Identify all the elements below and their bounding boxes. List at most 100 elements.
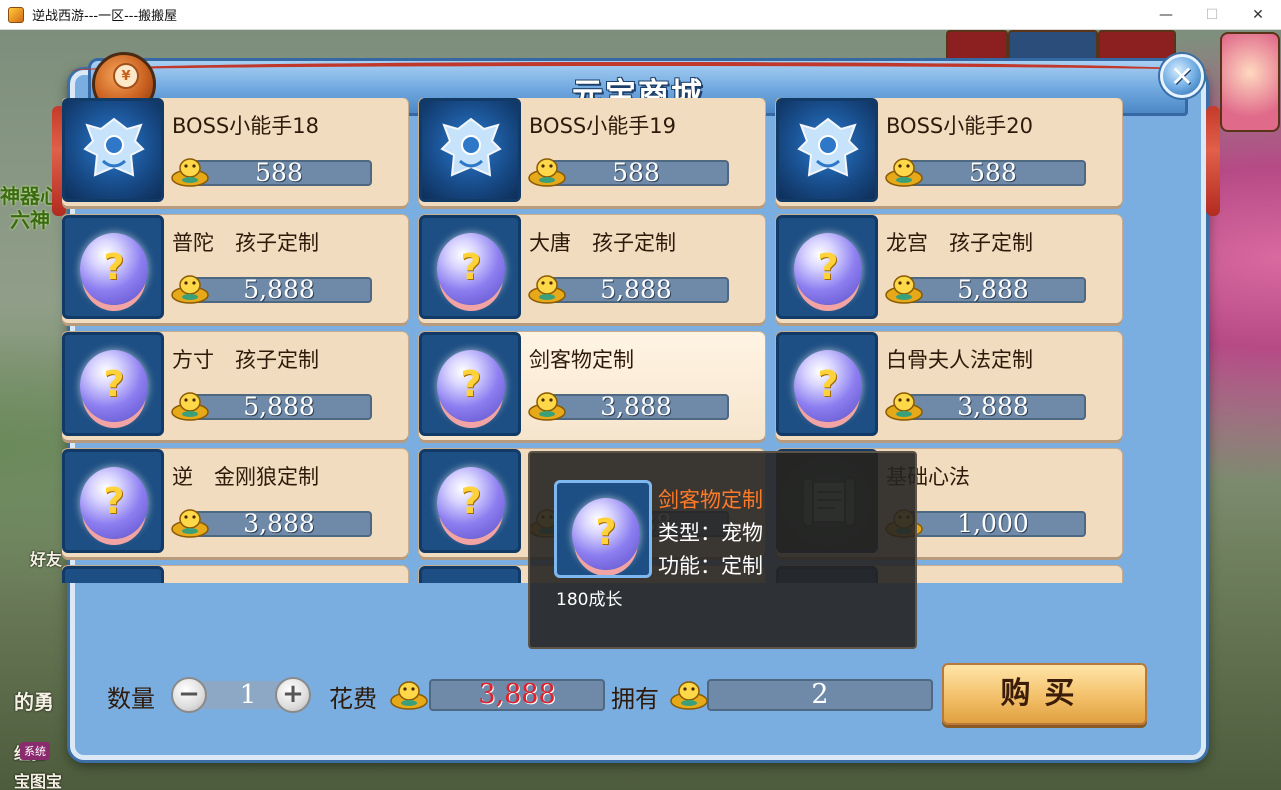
item-name: 龙宫 孩子定制 [886, 231, 1033, 255]
item-name: 剑客物定制 [529, 348, 634, 372]
mystery-egg-icon: ? [554, 480, 652, 578]
gold-ingot-icon [171, 392, 209, 421]
gold-ingot-icon [171, 158, 209, 187]
shop-item-card[interactable]: ? 白骨夫人法定制 3,888 [776, 332, 1122, 440]
purchase-bar: 数量 1 − + 花费 3,888 拥有 2 购买 [95, 663, 1155, 727]
item-price: 588 [612, 158, 660, 187]
app-icon [8, 6, 24, 23]
item-icon [419, 566, 521, 583]
item-price: 1,000 [957, 509, 1029, 538]
bg-text: 宝图宝 [14, 772, 63, 790]
item-name: BOSS小能手19 [529, 114, 676, 138]
price-bar: 3,888 [900, 394, 1086, 420]
cost-bar: 3,888 [429, 679, 605, 711]
tooltip-item-name: 剑客物定制 [658, 488, 763, 512]
gold-ingot-icon [528, 392, 566, 421]
tooltip-function: 功能：定制 [658, 554, 763, 578]
boss-emblem-icon [419, 98, 521, 202]
price-bar: 5,888 [186, 277, 372, 303]
item-price: 3,888 [600, 392, 672, 421]
cost-value: 3,888 [478, 679, 556, 710]
item-price: 3,888 [243, 509, 315, 538]
price-bar: 1,000 [900, 511, 1086, 537]
price-bar: 5,888 [186, 394, 372, 420]
item-icon [62, 566, 164, 583]
shop-item-card[interactable]: ? 逆 金刚狼定制 3,888 [62, 449, 408, 557]
shop-item-card[interactable]: ? 大唐 孩子定制 5,888 [419, 215, 765, 323]
mystery-egg-icon: ? [419, 215, 521, 319]
mystery-egg-icon: ? [62, 332, 164, 436]
item-name: BOSS小能手18 [172, 114, 319, 138]
window-close-button[interactable]: ✕ [1235, 0, 1281, 30]
gold-ingot-icon [528, 158, 566, 187]
shop-item-card[interactable] [62, 566, 408, 583]
owned-bar: 2 [707, 679, 933, 711]
item-name: 普陀 孩子定制 [172, 231, 319, 255]
item-price: 3,888 [957, 392, 1029, 421]
item-name: 逆 金刚狼定制 [172, 465, 319, 489]
buy-button[interactable]: 购买 [942, 663, 1147, 725]
shop-item-card[interactable]: ? 普陀 孩子定制 5,888 [62, 215, 408, 323]
item-name: BOSS小能手20 [886, 114, 1033, 138]
gold-ingot-icon [171, 509, 209, 538]
item-price: 588 [969, 158, 1017, 187]
mystery-egg-icon: ? [419, 332, 521, 436]
money-bag-icon: ¥ [113, 63, 139, 89]
maximize-button[interactable]: ☐ [1189, 0, 1235, 30]
cost-label: 花费 [329, 685, 377, 713]
mystery-egg-icon: ? [62, 215, 164, 319]
decrease-quantity-button[interactable]: − [171, 677, 207, 713]
tassel-decoration [1206, 106, 1220, 216]
owned-value: 2 [811, 679, 829, 710]
item-name: 方寸 孩子定制 [172, 348, 319, 372]
tooltip-type: 类型：宠物 [658, 521, 763, 545]
tooltip-growth: 180成长 [556, 590, 623, 610]
item-price: 588 [255, 158, 303, 187]
increase-quantity-button[interactable]: + [275, 677, 311, 713]
price-bar: 588 [186, 160, 372, 186]
price-bar: 3,888 [543, 394, 729, 420]
close-icon: ✕ [1170, 59, 1194, 93]
price-bar: 5,888 [900, 277, 1086, 303]
gold-ingot-icon [885, 158, 923, 187]
gold-ingot-icon [885, 275, 923, 304]
item-price: 5,888 [243, 275, 315, 304]
shop-item-card[interactable]: ? 龙宫 孩子定制 5,888 [776, 215, 1122, 323]
window-titlebar: 逆战西游---一区---搬搬屋 — ☐ ✕ [0, 0, 1281, 30]
boss-emblem-icon [776, 98, 878, 202]
shop-item-card[interactable]: BOSS小能手20 588 [776, 98, 1122, 206]
mystery-egg-icon: ? [419, 449, 521, 553]
owned-label: 拥有 [611, 685, 659, 713]
item-name: 大唐 孩子定制 [529, 231, 676, 255]
bg-text: 六神 [10, 208, 50, 232]
mystery-egg-icon: ? [776, 332, 878, 436]
item-price: 5,888 [957, 275, 1029, 304]
gold-ingot-icon [670, 681, 708, 710]
price-bar: 5,888 [543, 277, 729, 303]
gold-ingot-icon [171, 275, 209, 304]
mystery-egg-icon: ? [776, 215, 878, 319]
window-title: 逆战西游---一区---搬搬屋 [32, 9, 178, 24]
shop-item-card[interactable]: BOSS小能手19 588 [419, 98, 765, 206]
quantity-label: 数量 [107, 685, 155, 713]
minimize-button[interactable]: — [1143, 0, 1189, 30]
price-bar: 588 [900, 160, 1086, 186]
shop-item-card[interactable]: ? 方寸 孩子定制 5,888 [62, 332, 408, 440]
dialog-close-button[interactable]: ✕ [1160, 54, 1204, 98]
item-price: 5,888 [600, 275, 672, 304]
system-badge: 系统 [20, 742, 50, 760]
gold-ingot-icon [528, 275, 566, 304]
shop-item-card[interactable]: ? 剑客物定制 3,888 [419, 332, 765, 440]
boss-emblem-icon [62, 98, 164, 202]
price-bar: 3,888 [186, 511, 372, 537]
gold-ingot-icon [885, 392, 923, 421]
item-name: 白骨夫人法定制 [886, 348, 1033, 372]
mystery-egg-icon: ? [62, 449, 164, 553]
shop-item-card[interactable]: BOSS小能手18 588 [62, 98, 408, 206]
rope-decoration [70, 62, 1210, 80]
item-price: 5,888 [243, 392, 315, 421]
player-avatar[interactable] [1220, 32, 1280, 132]
item-tooltip: ? 剑客物定制 类型：宠物 功能：定制 180成长 [528, 451, 917, 649]
gold-ingot-icon [390, 681, 428, 710]
price-bar: 588 [543, 160, 729, 186]
